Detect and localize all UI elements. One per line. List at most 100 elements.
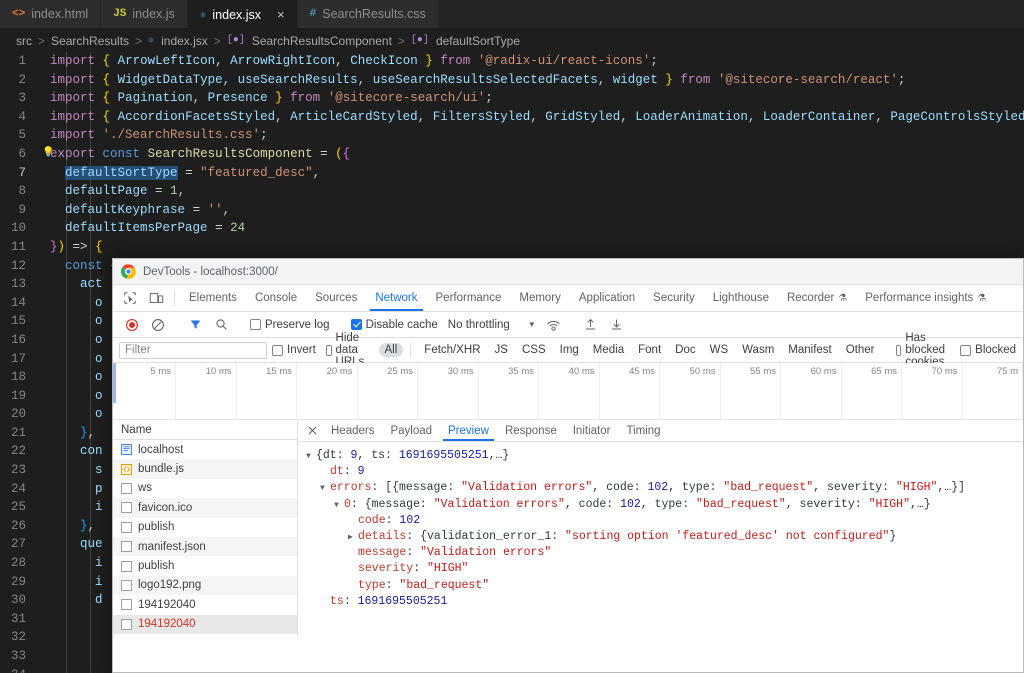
code-line-text[interactable] xyxy=(44,647,50,666)
request-row[interactable]: favicon.ico xyxy=(113,498,297,518)
export-har-icon[interactable] xyxy=(604,318,630,331)
devtools-tab-memory[interactable]: Memory xyxy=(510,285,570,311)
breadcrumb[interactable]: src > SearchResults > ⚛ index.jsx > [●] SearchRe… xyxy=(0,29,1024,52)
request-row[interactable]: ws xyxy=(113,479,297,498)
preview-row[interactable]: code: 102 xyxy=(306,513,1023,529)
code-line-text[interactable]: import { ArrowLeftIcon, ArrowRightIcon, … xyxy=(44,52,658,71)
request-list[interactable]: localhost bundle.js ws favicon.ico publish ma… xyxy=(113,440,297,636)
code-line-text[interactable]: defaultSortType = "featured_desc", xyxy=(44,164,320,183)
blocked-toggle[interactable]: Blocked xyxy=(955,344,1021,356)
request-row[interactable]: localhost xyxy=(113,440,297,459)
filter-icon[interactable] xyxy=(182,318,208,331)
code-line-text[interactable]: i xyxy=(44,498,103,517)
code-line-text[interactable]: o xyxy=(44,350,103,369)
code-line-text[interactable]: }, xyxy=(44,424,95,443)
network-conditions-icon[interactable] xyxy=(541,318,567,332)
invert-checkbox[interactable] xyxy=(272,344,283,356)
disable-cache-toggle[interactable]: Disable cache xyxy=(346,319,443,331)
code-line-text[interactable] xyxy=(44,666,50,673)
preview-row[interactable]: severity: "HIGH" xyxy=(306,561,1023,577)
detail-tab-response[interactable]: Response xyxy=(497,420,565,441)
detail-tab-payload[interactable]: Payload xyxy=(382,420,440,441)
breadcrumb-item[interactable]: defaultSortType xyxy=(436,34,520,48)
filter-type-fetch-xhr[interactable]: Fetch/XHR xyxy=(418,343,486,357)
preview-row[interactable]: type: "bad_request" xyxy=(306,578,1023,594)
preview-row[interactable]: ts: 1691695505251 xyxy=(306,594,1023,610)
search-icon[interactable] xyxy=(208,318,234,331)
code-line-text[interactable]: export const SearchResultsComponent = ({… xyxy=(42,145,350,164)
devtools-tab-security[interactable]: Security xyxy=(644,285,704,311)
filter-type-font[interactable]: Font xyxy=(632,343,667,357)
devtools-tab-performance[interactable]: Performance xyxy=(427,285,511,311)
preview-row[interactable]: message: "Validation errors" xyxy=(306,545,1023,561)
filter-type-wasm[interactable]: Wasm xyxy=(736,343,780,357)
code-line-text[interactable]: defaultKeyphrase = '', xyxy=(44,201,230,220)
code-line-text[interactable]: }) => { xyxy=(44,238,103,257)
expanded-arrow-icon[interactable]: ▼ xyxy=(334,498,344,514)
devtools-tab-network[interactable]: Network xyxy=(366,285,426,311)
code-line-text[interactable]: o xyxy=(44,405,103,424)
preview-row[interactable]: ▼ {dt: 9, ts: 1691695505251,…} xyxy=(306,448,1023,464)
code-line-text[interactable]: import './SearchResults.css'; xyxy=(44,126,268,145)
code-line-text[interactable]: act xyxy=(44,275,103,294)
code-line-text[interactable]: i xyxy=(44,554,103,573)
code-line-text[interactable]: o xyxy=(44,331,103,350)
response-preview[interactable]: ▼ {dt: 9, ts: 1691695505251,…} dt: 9 ▼ error… xyxy=(298,442,1023,636)
code-line-text[interactable]: import { Pagination, Presence } from '@s… xyxy=(44,89,493,108)
code-line-text[interactable]: }, xyxy=(44,517,95,536)
preserve-log-toggle[interactable]: Preserve log xyxy=(245,319,335,331)
filter-type-img[interactable]: Img xyxy=(554,343,585,357)
request-row[interactable]: publish xyxy=(113,518,297,537)
code-line-text[interactable]: s xyxy=(44,461,103,480)
request-row[interactable]: 194192040 xyxy=(113,614,297,634)
devtools-tab-performance-insights[interactable]: Performance insights ⚗ xyxy=(856,285,995,311)
disable-cache-checkbox[interactable] xyxy=(350,319,362,330)
throttling-select[interactable]: No throttling ▼ xyxy=(443,319,541,331)
code-line-text[interactable]: o xyxy=(44,312,103,331)
editor-tab-searchresults-css[interactable]: # SearchResults.css xyxy=(297,0,439,28)
request-row[interactable]: publish xyxy=(113,556,297,575)
breadcrumb-item[interactable]: index.jsx xyxy=(161,34,208,48)
has-blocked-cookies-checkbox[interactable] xyxy=(895,344,902,356)
editor-tab-index-html[interactable]: <> index.html xyxy=(0,0,102,28)
code-line-text[interactable]: d xyxy=(44,591,103,610)
devtools-tab-sources[interactable]: Sources xyxy=(306,285,366,311)
chevron-down-icon[interactable]: ▼ xyxy=(528,320,536,329)
request-name-column-header[interactable]: Name xyxy=(113,420,297,440)
devtools-tab-console[interactable]: Console xyxy=(246,285,306,311)
detail-tab-initiator[interactable]: Initiator xyxy=(565,420,619,441)
clear-button[interactable] xyxy=(145,318,171,332)
preview-row[interactable]: ▼ errors: [{message: "Validation errors",… xyxy=(306,480,1023,496)
code-line-text[interactable]: defaultPage = 1, xyxy=(44,182,185,201)
code-line-text[interactable] xyxy=(44,610,50,629)
code-line-text[interactable]: que xyxy=(44,535,103,554)
hide-data-urls-checkbox[interactable] xyxy=(325,344,332,356)
filter-type-manifest[interactable]: Manifest xyxy=(782,343,837,357)
devtools-tab-elements[interactable]: Elements xyxy=(180,285,246,311)
request-row[interactable]: manifest.json xyxy=(113,536,297,557)
preview-row[interactable]: dt: 9 xyxy=(306,464,1023,480)
device-toolbar-icon[interactable] xyxy=(143,285,169,311)
inspect-element-icon[interactable] xyxy=(117,285,143,311)
code-line-text[interactable]: i xyxy=(44,573,103,592)
filter-type-media[interactable]: Media xyxy=(587,343,630,357)
request-row[interactable]: 194192040 xyxy=(113,595,297,614)
record-button[interactable] xyxy=(119,318,145,332)
breadcrumb-item[interactable]: SearchResultsComponent xyxy=(252,34,392,48)
close-icon[interactable]: × xyxy=(277,8,285,21)
close-detail-icon[interactable] xyxy=(302,420,323,441)
network-timeline-overview[interactable]: 5 ms 10 ms 15 ms 20 ms 25 ms 30 ms 35 ms 40 ms 4… xyxy=(113,363,1023,420)
expanded-arrow-icon[interactable]: ▼ xyxy=(320,481,330,497)
collapsed-arrow-icon[interactable]: ▶ xyxy=(348,530,358,546)
preview-row[interactable]: ▶ details: {validation_error_1: "sorting … xyxy=(306,529,1023,545)
lightbulb-icon[interactable]: 💡 xyxy=(42,145,54,164)
filter-type-doc[interactable]: Doc xyxy=(669,343,701,357)
breadcrumb-item[interactable]: SearchResults xyxy=(51,34,129,48)
code-line-text[interactable]: o xyxy=(44,387,103,406)
detail-tab-timing[interactable]: Timing xyxy=(618,420,668,441)
filter-type-all[interactable]: All xyxy=(378,343,404,357)
import-har-icon[interactable] xyxy=(578,318,604,331)
detail-tab-preview[interactable]: Preview xyxy=(440,420,497,441)
filter-type-ws[interactable]: WS xyxy=(704,343,735,357)
devtools-tab-application[interactable]: Application xyxy=(570,285,644,311)
